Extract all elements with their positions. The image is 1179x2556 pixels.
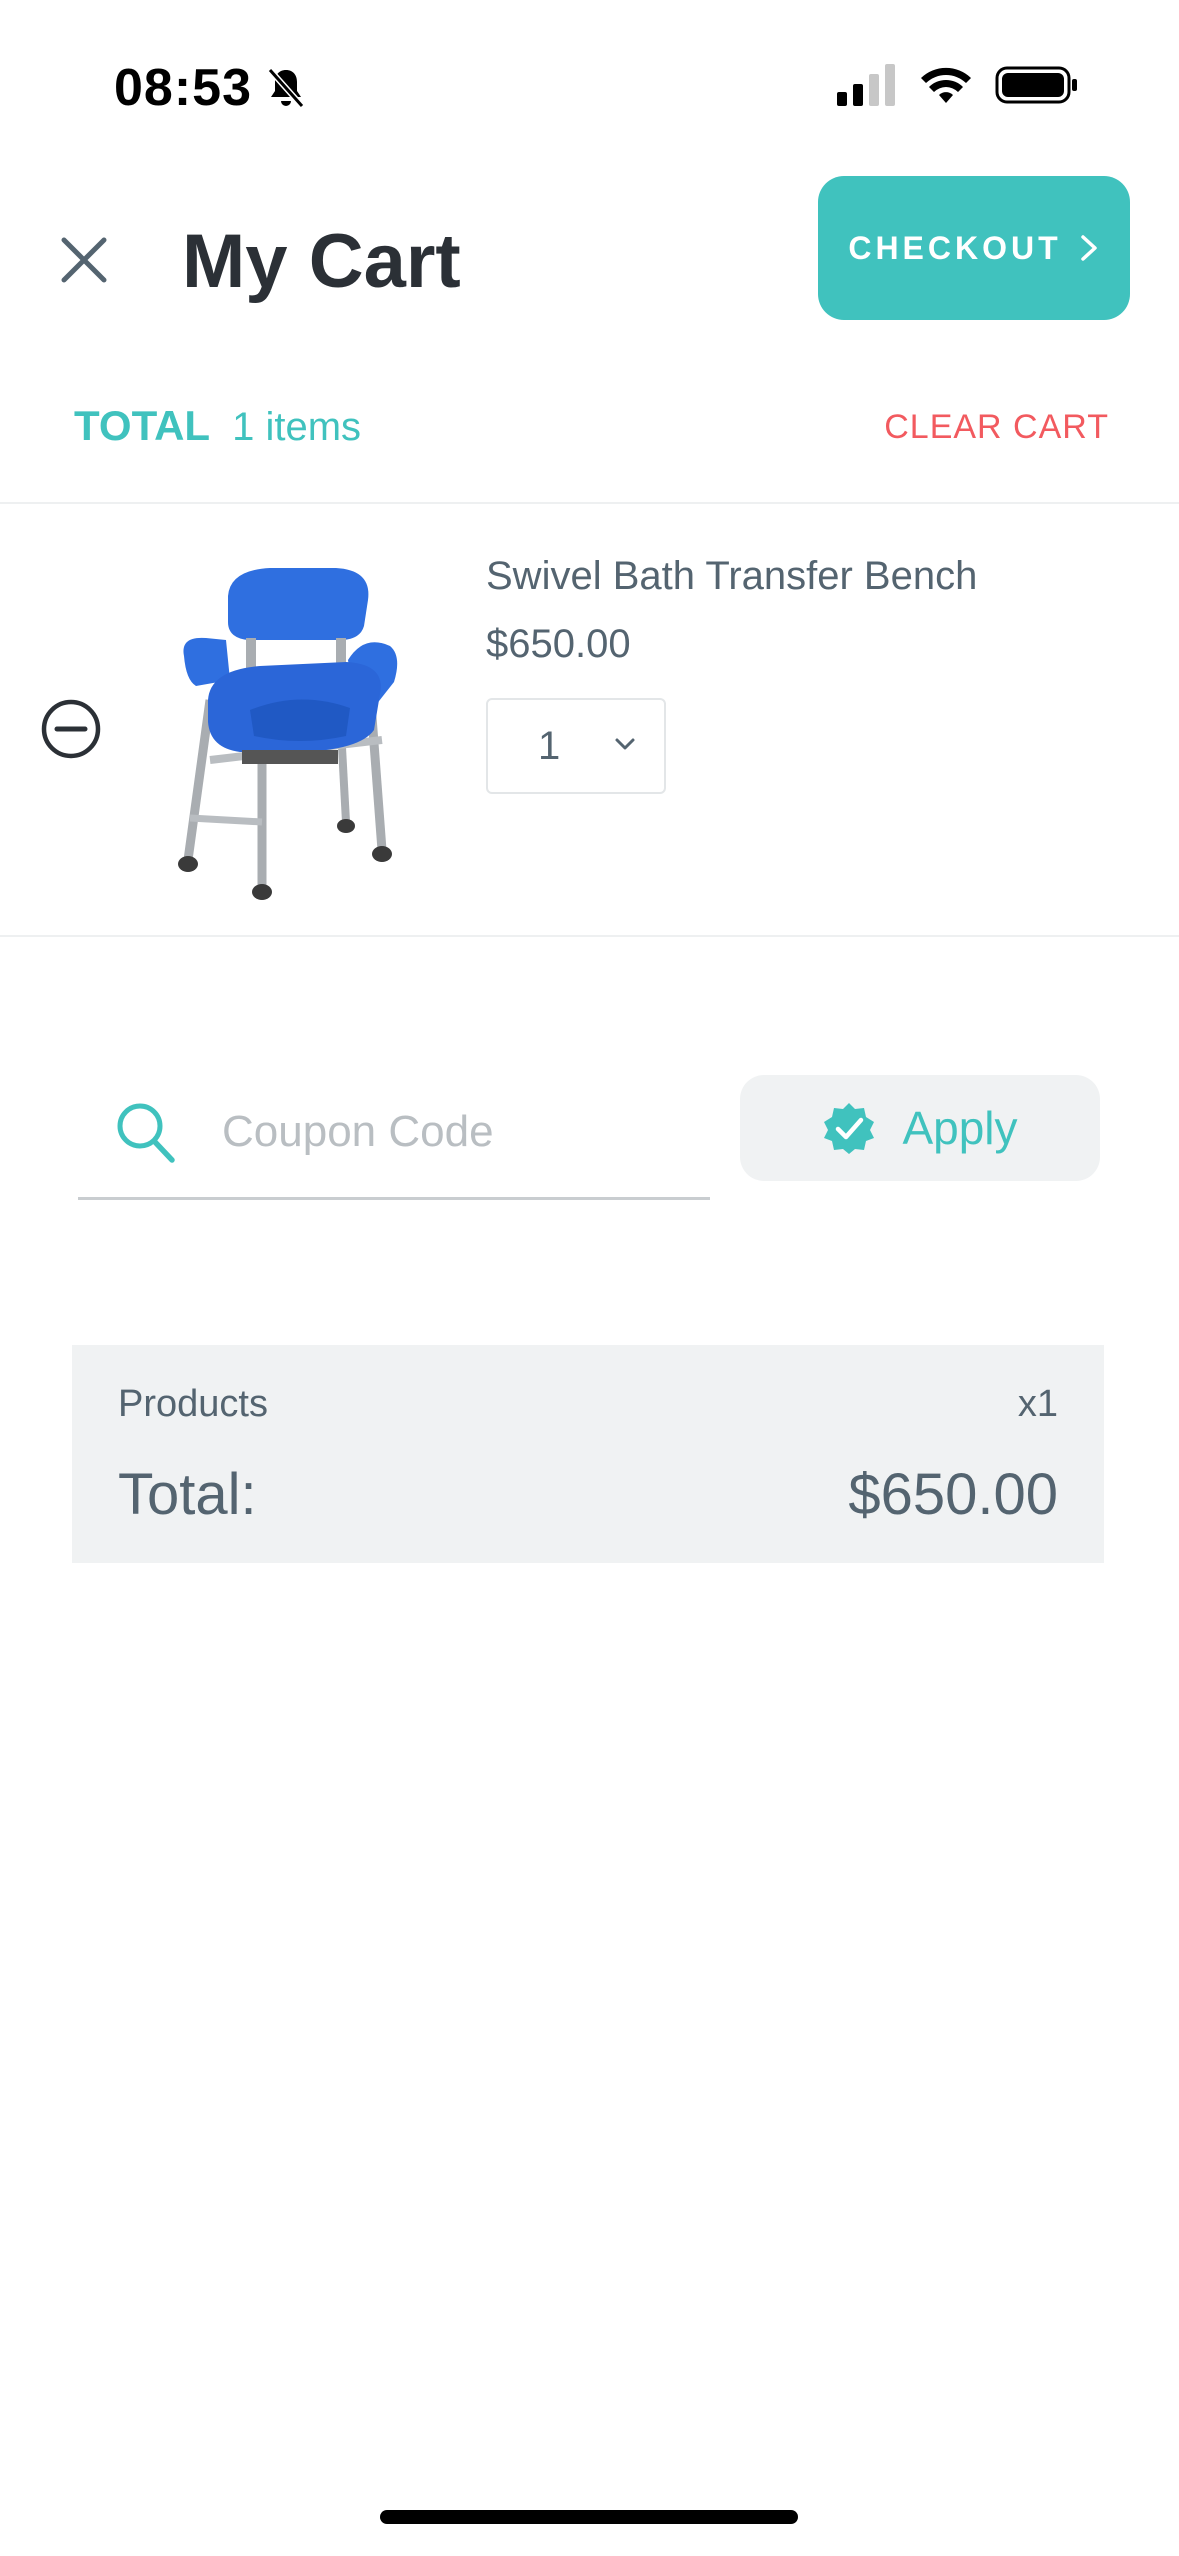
page-title: My Cart — [182, 219, 461, 304]
status-time-text: 08:53 — [114, 59, 252, 117]
apply-coupon-button[interactable]: Apply — [740, 1075, 1100, 1181]
apply-label: Apply — [902, 1102, 1018, 1154]
coupon-input[interactable] — [222, 1100, 692, 1164]
products-label: Products — [118, 1383, 268, 1425]
battery-icon — [995, 66, 1077, 104]
chevron-down-icon — [615, 738, 635, 750]
bell-muted-icon — [267, 68, 305, 108]
items-count: 1 items — [232, 405, 362, 449]
status-icons — [837, 64, 1079, 106]
total-label: TOTAL — [74, 402, 211, 449]
cellular-signal-icon — [837, 64, 895, 106]
checkout-label: CHECKOUT — [848, 229, 1062, 266]
status-time: 08:53 — [114, 58, 306, 118]
home-indicator[interactable] — [380, 2510, 798, 2524]
wifi-icon — [921, 67, 971, 103]
quantity-select[interactable]: 1 — [486, 698, 666, 794]
quantity-value: 1 — [538, 723, 561, 768]
total-value: $650.00 — [848, 1462, 1058, 1527]
chevron-right-icon — [1080, 235, 1097, 261]
checkout-button[interactable]: CHECKOUT — [818, 176, 1130, 320]
product-price: $650.00 — [486, 622, 631, 666]
total-label: Total: — [118, 1462, 257, 1527]
clear-cart-button[interactable]: CLEAR CART — [884, 408, 1109, 447]
cart-total-summary: TOTAL 1 items — [74, 402, 361, 450]
close-icon[interactable] — [58, 234, 110, 286]
verified-check-icon — [824, 1103, 875, 1154]
product-image — [178, 568, 398, 900]
remove-item-icon[interactable] — [40, 698, 102, 760]
divider — [0, 935, 1179, 937]
search-icon — [117, 1103, 175, 1163]
divider — [0, 502, 1179, 504]
product-name[interactable]: Swivel Bath Transfer Bench — [486, 554, 977, 599]
cart-screen: 08:53 My Cart CHECKOUT TOTAL 1 items CLE… — [0, 0, 1179, 2556]
order-summary: Products x1 Total: $650.00 — [72, 1345, 1104, 1563]
products-count: x1 — [1017, 1383, 1058, 1425]
coupon-field — [78, 1070, 710, 1200]
